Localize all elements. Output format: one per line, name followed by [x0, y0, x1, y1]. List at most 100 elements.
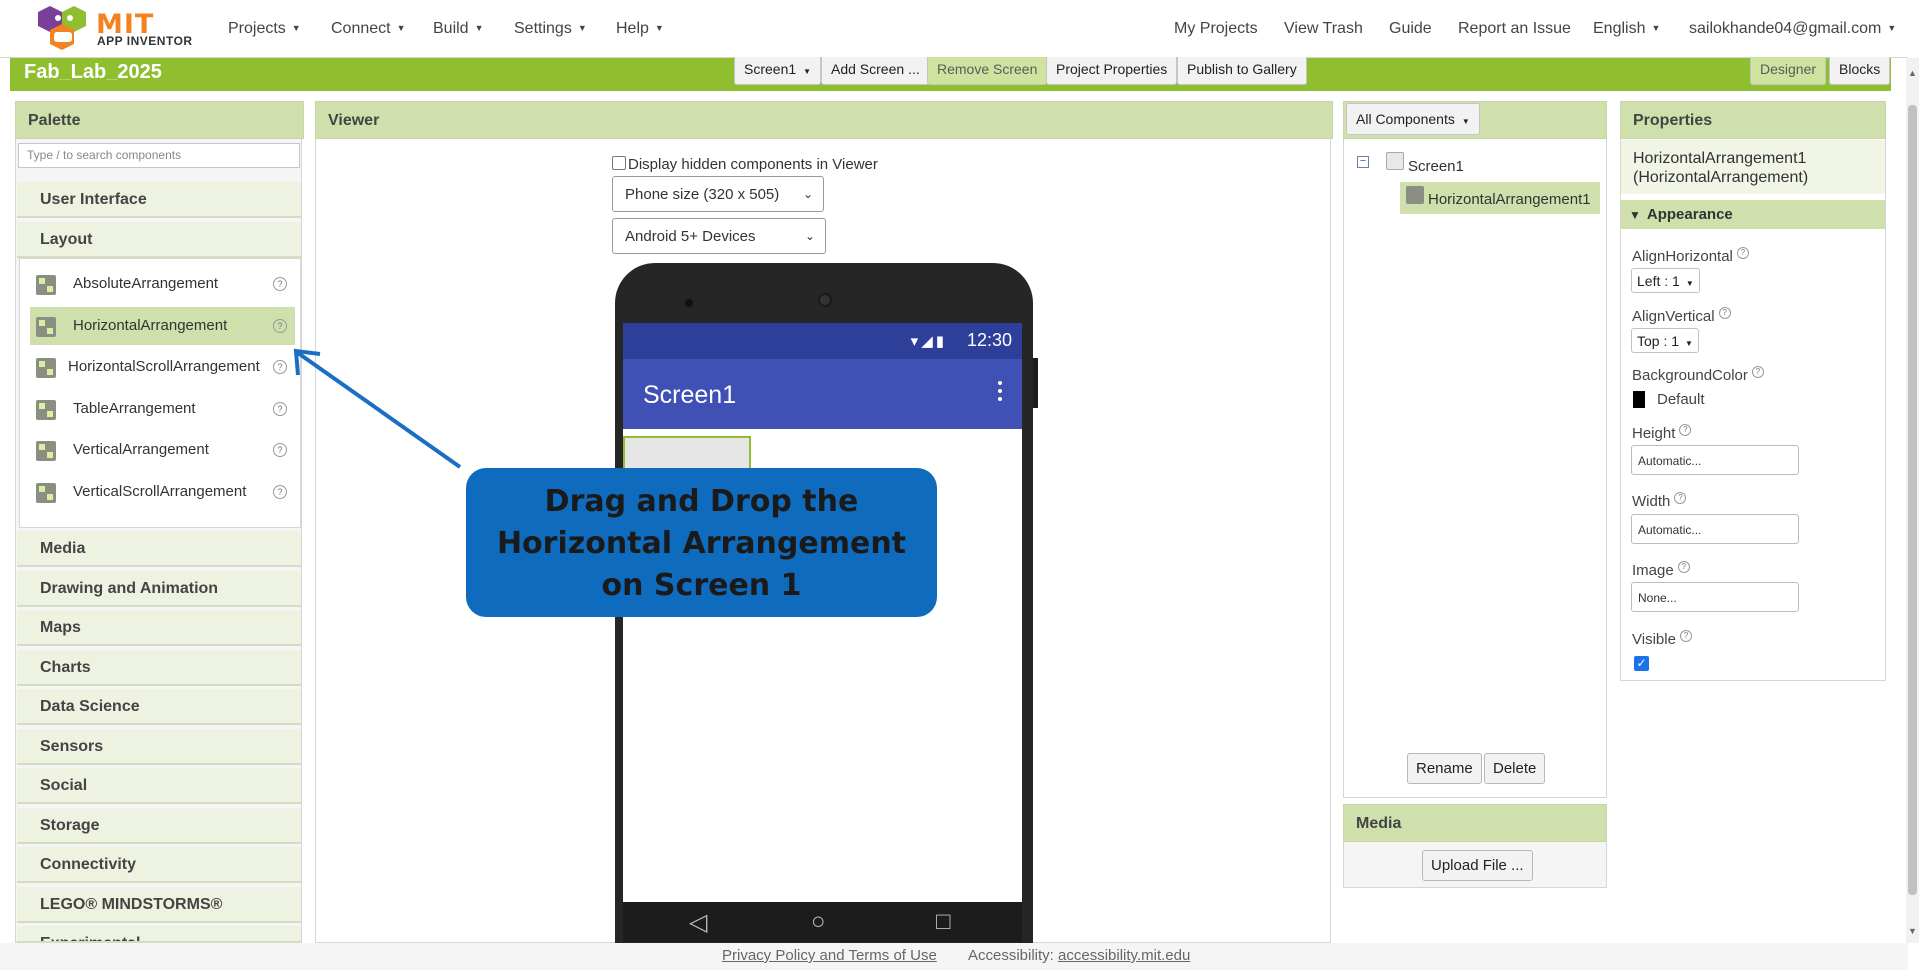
category-social[interactable]: Social	[17, 768, 301, 804]
help-icon[interactable]: ?	[1736, 247, 1749, 259]
palette-item-absolute-arrangement[interactable]: AbsoluteArrangement ?	[30, 265, 295, 303]
help-icon[interactable]: ?	[1718, 307, 1731, 319]
appearance-section[interactable]: ▼ Appearance	[1621, 200, 1885, 229]
scrollbar-thumb[interactable]	[1908, 105, 1917, 895]
rename-button[interactable]: Rename	[1407, 753, 1482, 784]
accessibility-link[interactable]: accessibility.mit.edu	[1058, 947, 1190, 964]
accessibility-text: Accessibility: accessibility.mit.edu	[968, 947, 1190, 964]
logo-subtext: APP INVENTOR	[97, 34, 193, 48]
image-input[interactable]: None...	[1631, 582, 1799, 612]
caret-down-icon: ▼	[474, 23, 484, 33]
phone-size-select[interactable]: Phone size (320 x 505) ⌄	[612, 176, 824, 212]
project-name: Fab_Lab_2025	[24, 61, 162, 80]
link-view-trash[interactable]: View Trash	[1284, 20, 1363, 38]
category-lego-mindstorms[interactable]: LEGO® MINDSTORMS®	[17, 887, 301, 923]
prop-align-vertical-label: AlignVertical?	[1632, 307, 1731, 325]
category-sensors[interactable]: Sensors	[17, 729, 301, 765]
menu-account[interactable]: sailokhande04@gmail.com ▼	[1689, 20, 1896, 38]
palette-item-vertical-scroll-arrangement[interactable]: VerticalScrollArrangement ?	[30, 473, 295, 511]
checkbox-icon[interactable]	[612, 156, 626, 170]
category-charts[interactable]: Charts	[17, 650, 301, 686]
caret-down-icon: ▼	[1685, 279, 1694, 288]
category-media[interactable]: Media	[17, 531, 301, 567]
width-input[interactable]: Automatic...	[1631, 514, 1799, 544]
palette-item-vertical-arrangement[interactable]: VerticalArrangement ?	[30, 431, 295, 469]
add-screen-button[interactable]: Add Screen ...	[821, 57, 930, 85]
remove-screen-button[interactable]: Remove Screen	[927, 57, 1048, 85]
help-icon[interactable]: ?	[1751, 366, 1764, 378]
visible-checkbox[interactable]: ✓	[1634, 656, 1649, 671]
caret-down-icon: ▼	[803, 67, 812, 76]
tree-item-screen1[interactable]: Screen1	[1408, 158, 1464, 175]
caret-down-icon: ▼	[1651, 23, 1661, 33]
menu-language[interactable]: English ▼	[1593, 20, 1660, 38]
help-icon[interactable]: ?	[1679, 424, 1692, 436]
menu-connect[interactable]: Connect ▼	[331, 20, 406, 38]
category-experimental[interactable]: Experimental	[17, 926, 301, 943]
logo-icon	[38, 6, 86, 50]
category-user-interface[interactable]: User Interface	[17, 182, 301, 218]
caret-down-icon: ▼	[577, 23, 587, 33]
background-color-value[interactable]: Default	[1657, 391, 1705, 408]
palette-search-input[interactable]: Type / to search components	[18, 143, 300, 168]
viewer-title: Viewer	[315, 101, 1333, 139]
menu-projects[interactable]: Projects ▼	[228, 20, 301, 38]
category-layout[interactable]: Layout	[17, 222, 301, 258]
help-icon[interactable]: ?	[273, 360, 287, 374]
publish-gallery-button[interactable]: Publish to Gallery	[1177, 57, 1307, 85]
help-icon[interactable]: ?	[1679, 630, 1692, 642]
palette-item-table-arrangement[interactable]: TableArrangement ?	[30, 390, 295, 428]
help-icon[interactable]: ?	[273, 402, 287, 416]
category-maps[interactable]: Maps	[17, 610, 301, 646]
palette-item-horizontal-scroll-arrangement[interactable]: HorizontalScrollArrangement ?	[30, 348, 295, 386]
category-connectivity[interactable]: Connectivity	[17, 847, 301, 883]
menu-settings[interactable]: Settings ▼	[514, 20, 587, 38]
callout-line-1: Drag and Drop the	[544, 484, 859, 519]
caret-down-icon: ▼	[1887, 23, 1897, 33]
screen-select[interactable]: Screen1 ▼	[734, 57, 822, 85]
instruction-callout: Drag and Drop the Horizontal Arrangement…	[466, 468, 937, 617]
color-swatch[interactable]	[1633, 391, 1645, 408]
device-select[interactable]: Android 5+ Devices ⌄	[612, 218, 826, 254]
help-icon[interactable]: ?	[273, 277, 287, 291]
palette-item-horizontal-arrangement[interactable]: HorizontalArrangement ?	[30, 307, 295, 345]
blocks-button[interactable]: Blocks	[1829, 57, 1891, 85]
privacy-link[interactable]: Privacy Policy and Terms of Use	[722, 947, 937, 964]
category-storage[interactable]: Storage	[17, 808, 301, 844]
tree-item-horizontal-arrangement1[interactable]: HorizontalArrangement1	[1428, 191, 1591, 208]
link-report-issue[interactable]: Report an Issue	[1458, 20, 1571, 38]
menu-build[interactable]: Build ▼	[433, 20, 484, 38]
prop-visible-label: Visible?	[1632, 630, 1692, 648]
link-guide[interactable]: Guide	[1389, 20, 1432, 38]
top-navbar: MIT APP INVENTOR Projects ▼ Connect ▼ Buil…	[0, 0, 1908, 58]
collapse-icon[interactable]: −	[1357, 156, 1369, 168]
delete-button[interactable]: Delete	[1484, 753, 1546, 784]
project-properties-button[interactable]: Project Properties	[1046, 57, 1178, 85]
app-inventor-logo[interactable]: MIT APP INVENTOR	[36, 4, 196, 52]
all-components-dropdown[interactable]: All Components ▼	[1346, 103, 1480, 135]
prop-height-label: Height?	[1632, 424, 1692, 442]
scroll-up-icon[interactable]: ▲	[1908, 68, 1917, 78]
help-icon[interactable]: ?	[273, 443, 287, 457]
link-my-projects[interactable]: My Projects	[1174, 20, 1258, 38]
display-hidden-checkbox[interactable]: Display hidden components in Viewer	[612, 156, 878, 173]
prop-image-label: Image?	[1632, 561, 1690, 579]
upload-file-button[interactable]: Upload File ...	[1422, 850, 1533, 881]
category-data-science[interactable]: Data Science	[17, 689, 301, 725]
signal-battery-icons: ▾◢▮	[910, 333, 947, 350]
horizontal-arrangement-icon	[36, 317, 56, 337]
align-horizontal-dropdown[interactable]: Left : 1 ▼	[1631, 268, 1700, 293]
help-icon[interactable]: ?	[1677, 561, 1690, 573]
help-icon[interactable]: ?	[273, 485, 287, 499]
prop-background-color-label: BackgroundColor?	[1632, 366, 1764, 384]
scroll-down-icon[interactable]: ▼	[1908, 926, 1917, 936]
designer-button[interactable]: Designer	[1750, 57, 1827, 85]
category-drawing-animation[interactable]: Drawing and Animation	[17, 571, 301, 607]
page-scrollbar[interactable]: ▲ ▼	[1906, 58, 1919, 943]
help-icon[interactable]: ?	[1674, 492, 1687, 504]
prop-width-label: Width?	[1632, 492, 1687, 510]
align-vertical-dropdown[interactable]: Top : 1 ▼	[1631, 328, 1699, 353]
height-input[interactable]: Automatic...	[1631, 445, 1799, 475]
menu-help[interactable]: Help ▼	[616, 20, 664, 38]
help-icon[interactable]: ?	[273, 319, 287, 333]
